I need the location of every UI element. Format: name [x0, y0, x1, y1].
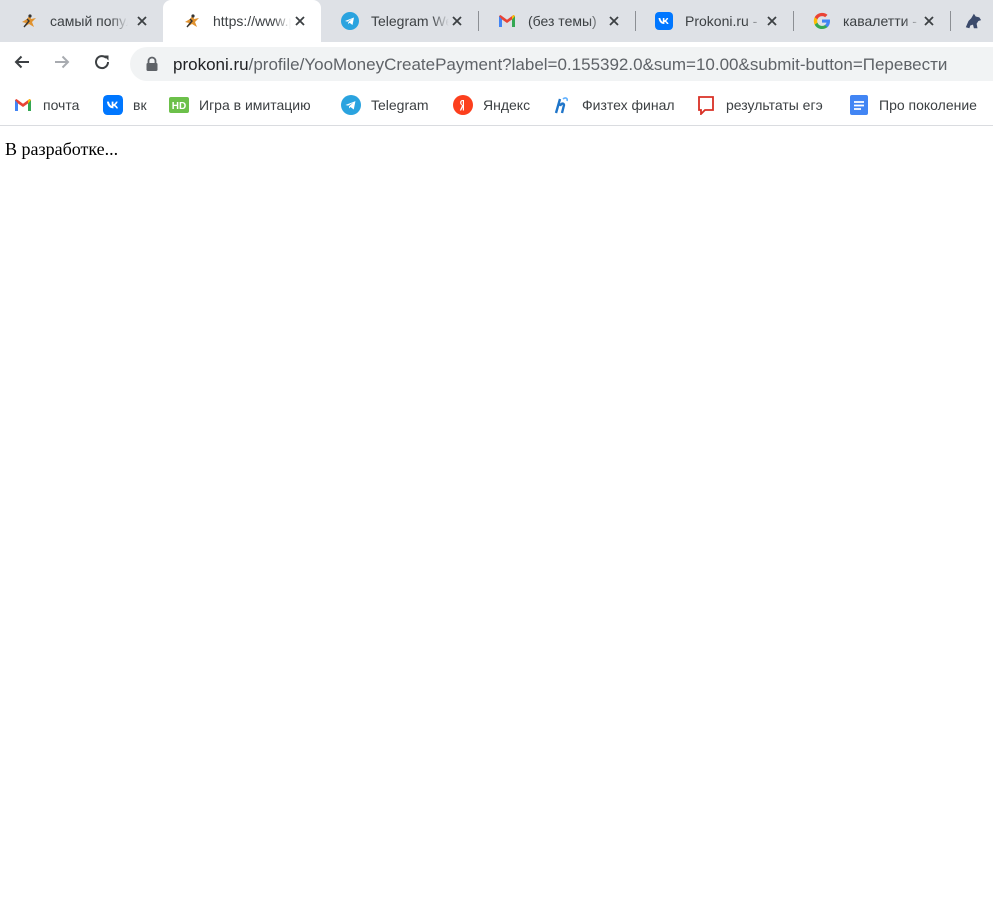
speech-bubble-icon: [696, 95, 716, 115]
bookmark-label: Яндекс: [483, 97, 531, 113]
bookmark-vk[interactable]: вк: [103, 94, 147, 116]
tab-strip: самый популярный https://www.prokoni.ru …: [0, 0, 993, 42]
tab-title: https://www.prokoni.ru: [213, 13, 291, 29]
bookmark-label: Telegram: [371, 97, 429, 113]
bookmark-label: Игра в имитацию: [199, 97, 311, 113]
bookmark-ege-results[interactable]: результаты егэ: [696, 94, 823, 116]
page-content: В разработке...: [0, 127, 993, 899]
yandex-icon: [453, 95, 473, 115]
url-path: /profile/YooMoneyCreatePayment?label=0.1…: [248, 55, 948, 74]
tab-title: Telegram Web: [371, 13, 449, 29]
under-construction-message: В разработке...: [5, 139, 119, 159]
bookmark-pochta[interactable]: почта: [13, 94, 79, 116]
prokoni-horse-favicon-icon: [20, 12, 38, 30]
bookmark-label: Про поколение: [879, 97, 977, 113]
telegram-icon: [341, 95, 361, 115]
tab-title: самый популярный: [50, 13, 128, 29]
forward-button[interactable]: [46, 48, 78, 80]
prokoni-horse-favicon-icon: [183, 12, 201, 30]
bookmark-label: результаты егэ: [726, 97, 823, 113]
vk-icon: [103, 95, 123, 115]
bookmark-phystech[interactable]: Физтех финал: [552, 94, 675, 116]
tab-close-icon[interactable]: [133, 12, 151, 30]
url-host: prokoni.ru: [173, 55, 249, 74]
forward-arrow-icon: [53, 53, 71, 76]
bookmark-label: почта: [43, 97, 80, 113]
tab-6[interactable]: кавалетти -: [793, 0, 950, 42]
bookmarks-bar: почта вк HD Игра в имитацию Telegram Янд…: [0, 86, 993, 126]
bookmark-imitation-game[interactable]: HD Игра в имитацию: [169, 94, 311, 116]
gmail-icon: [13, 95, 33, 115]
bookmark-yandex[interactable]: Яндекс: [453, 94, 530, 116]
tab-title: кавалетти -: [843, 13, 917, 29]
google-favicon-icon: [813, 12, 831, 30]
tab-1[interactable]: самый популярный: [0, 0, 163, 42]
hd-icon: HD: [169, 95, 189, 115]
bookmark-label: Физтех финал: [582, 97, 675, 113]
horse-silhouette-favicon-icon: [964, 12, 982, 30]
phystech-icon: [552, 95, 572, 115]
browser-toolbar: prokoni.ru/profile/YooMoneyCreatePayment…: [0, 42, 993, 86]
reload-icon: [93, 53, 111, 76]
tab-5[interactable]: Prokoni.ru -: [635, 0, 793, 42]
google-docs-icon: [849, 95, 869, 115]
bookmark-label: вк: [133, 97, 147, 113]
gmail-favicon-icon: [498, 12, 516, 30]
tab-close-icon[interactable]: [920, 12, 938, 30]
address-bar[interactable]: prokoni.ru/profile/YooMoneyCreatePayment…: [130, 47, 993, 81]
tab-close-icon[interactable]: [605, 12, 623, 30]
tab-2-active[interactable]: https://www.prokoni.ru: [163, 0, 321, 42]
lock-icon[interactable]: [145, 56, 159, 72]
bookmark-pro-pokolenie[interactable]: Про поколение: [849, 94, 977, 116]
tab-4[interactable]: (без темы): [478, 0, 635, 42]
svg-text:HD: HD: [172, 101, 186, 112]
back-arrow-icon: [13, 53, 31, 76]
reload-button[interactable]: [86, 48, 118, 80]
tab-title: Prokoni.ru -: [685, 13, 758, 29]
url-text[interactable]: prokoni.ru/profile/YooMoneyCreatePayment…: [173, 55, 947, 75]
vk-favicon-icon: [655, 12, 673, 30]
tab-close-icon[interactable]: [763, 12, 781, 30]
bookmark-telegram[interactable]: Telegram: [341, 94, 429, 116]
tab-title: (без темы): [528, 13, 597, 29]
tab-3[interactable]: Telegram Web: [321, 0, 478, 42]
telegram-favicon-icon: [341, 12, 359, 30]
back-button[interactable]: [6, 48, 38, 80]
tab-close-icon[interactable]: [448, 12, 466, 30]
tab-7-overflow[interactable]: [950, 0, 993, 42]
tab-close-icon[interactable]: [291, 12, 309, 30]
